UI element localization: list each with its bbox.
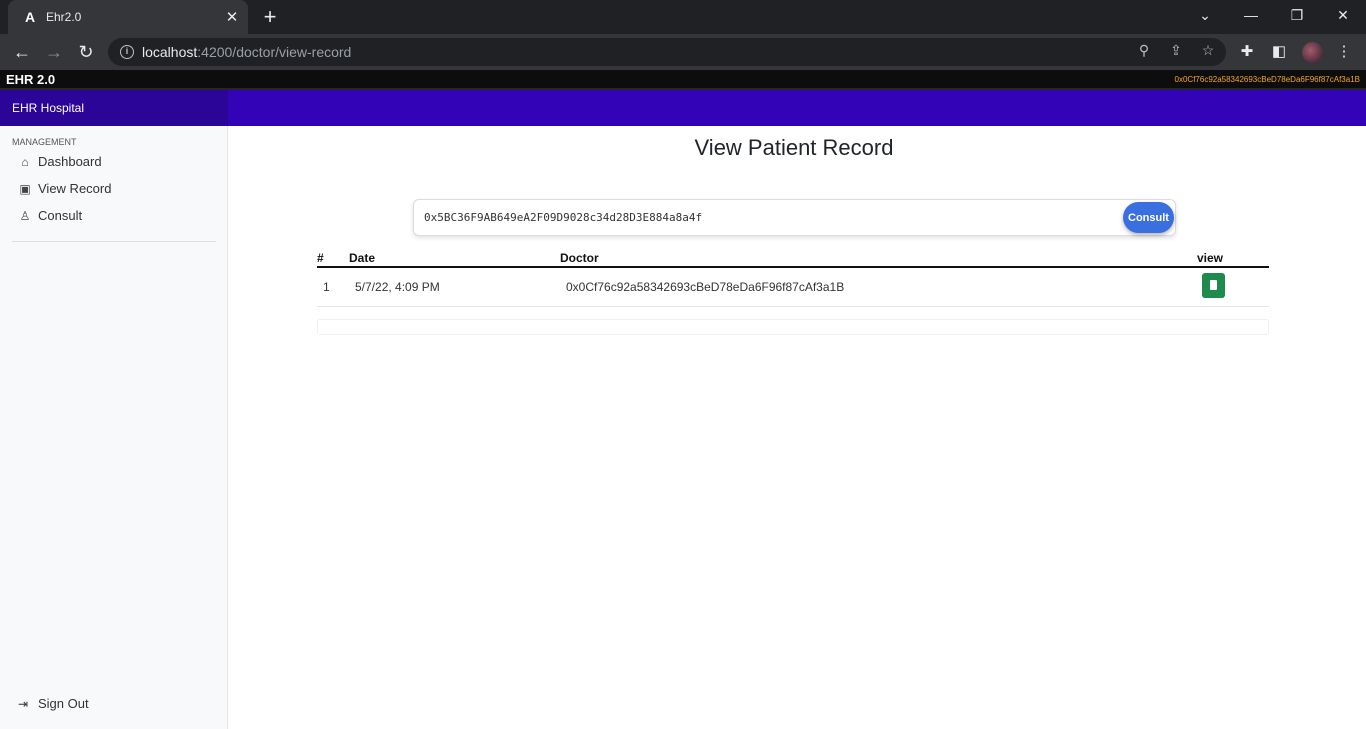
app-brand: EHR 2.0	[6, 72, 56, 87]
app-header: EHR Hospital	[0, 90, 1366, 126]
sign-out-label: Sign Out	[38, 696, 89, 711]
file-icon	[1210, 279, 1217, 290]
row-index: 1	[317, 267, 349, 307]
sidebar-item-label: Dashboard	[38, 154, 102, 169]
consult-button[interactable]: Consult	[1123, 202, 1174, 233]
browser-tabstrip: A Ehr2.0 ✕ + ⌄ — ❐ ✕	[0, 0, 1366, 34]
row-doctor: 0x0Cf76c92a58342693cBeD78eDa6F96f87cAf3a…	[560, 267, 1197, 307]
column-header-date: Date	[349, 247, 560, 268]
restore-icon[interactable]: ❐	[1274, 0, 1320, 30]
url-text: localhost:4200/doctor/view-record	[142, 44, 352, 60]
doctor-icon: ♙	[19, 208, 31, 223]
sidebar-item-view-record[interactable]: ▣ View Record	[18, 181, 111, 196]
extensions-icon[interactable]: ✚	[1237, 42, 1257, 62]
browser-tab[interactable]: A Ehr2.0 ✕	[8, 0, 248, 34]
tab-title: Ehr2.0	[46, 10, 82, 24]
row-date: 5/7/22, 4:09 PM	[349, 267, 560, 307]
close-icon[interactable]: ✕	[222, 8, 242, 26]
minimize-icon[interactable]: —	[1228, 0, 1274, 30]
new-tab-icon[interactable]: +	[258, 5, 282, 29]
app-topbar: EHR 2.0 0x0Cf76c92a58342693cBeD78eDa6F96…	[0, 70, 1366, 90]
sidebar: MANAGEMENT ⌂ Dashboard ▣ View Record ♙ C…	[0, 126, 228, 729]
browser-toolbar: ← → ↻ i localhost:4200/doctor/view-recor…	[0, 34, 1366, 70]
angular-icon: A	[24, 9, 36, 25]
window-close-icon[interactable]: ✕	[1320, 0, 1366, 30]
sidebar-divider	[12, 241, 216, 242]
home-icon: ⌂	[21, 154, 29, 169]
row-view-cell	[1197, 267, 1269, 307]
sidebar-item-label: View Record	[38, 181, 112, 196]
back-arrow-icon[interactable]: ←	[10, 40, 34, 64]
hospital-name[interactable]: EHR Hospital	[0, 90, 228, 126]
address-bar[interactable]: i localhost:4200/doctor/view-record	[108, 38, 1226, 66]
sign-out-link[interactable]: ⇥ Sign Out	[18, 696, 89, 711]
site-info-icon[interactable]: i	[120, 45, 134, 59]
bookmark-star-icon[interactable]: ☆	[1198, 40, 1218, 60]
table-row: 1 5/7/22, 4:09 PM 0x0Cf76c92a58342693cBe…	[317, 267, 1269, 307]
tab-search-icon[interactable]: ⌄	[1182, 0, 1228, 30]
forward-arrow-icon[interactable]: →	[42, 40, 66, 64]
column-header-view: view	[1197, 247, 1269, 268]
sidebar-item-label: Consult	[38, 208, 83, 223]
view-record-button[interactable]	[1202, 272, 1225, 298]
menu-dots-icon[interactable]: ⋮	[1334, 42, 1354, 62]
column-header-index: #	[317, 247, 349, 268]
sidebar-item-dashboard[interactable]: ⌂ Dashboard	[18, 154, 102, 169]
patient-address-input[interactable]	[414, 200, 1114, 235]
main-content: View Patient Record Consult # Date Docto…	[228, 126, 1366, 729]
file-icon: ▣	[19, 181, 31, 196]
sidebar-item-consult[interactable]: ♙ Consult	[18, 208, 82, 223]
table-header-row: # Date Doctor view	[317, 247, 1269, 268]
sign-out-icon: ⇥	[18, 696, 29, 711]
reload-icon[interactable]: ↻	[74, 40, 98, 64]
records-table: # Date Doctor view 1 5/7/22, 4:09 PM 0x0…	[317, 247, 1269, 307]
page-title: View Patient Record	[694, 135, 894, 160]
side-panel-icon[interactable]: ◧	[1269, 42, 1289, 62]
profile-avatar[interactable]	[1302, 42, 1323, 63]
patient-search-box: Consult	[413, 199, 1176, 236]
column-header-doctor: Doctor	[560, 247, 1197, 268]
zoom-icon[interactable]: ⚲	[1134, 40, 1154, 60]
share-icon[interactable]: ⇪	[1166, 40, 1186, 60]
account-address: 0x0Cf76c92a58342693cBeD78eDa6F96f87cAf3a…	[1174, 75, 1360, 84]
sidebar-section-label: MANAGEMENT	[12, 137, 77, 147]
table-footer	[317, 319, 1269, 335]
